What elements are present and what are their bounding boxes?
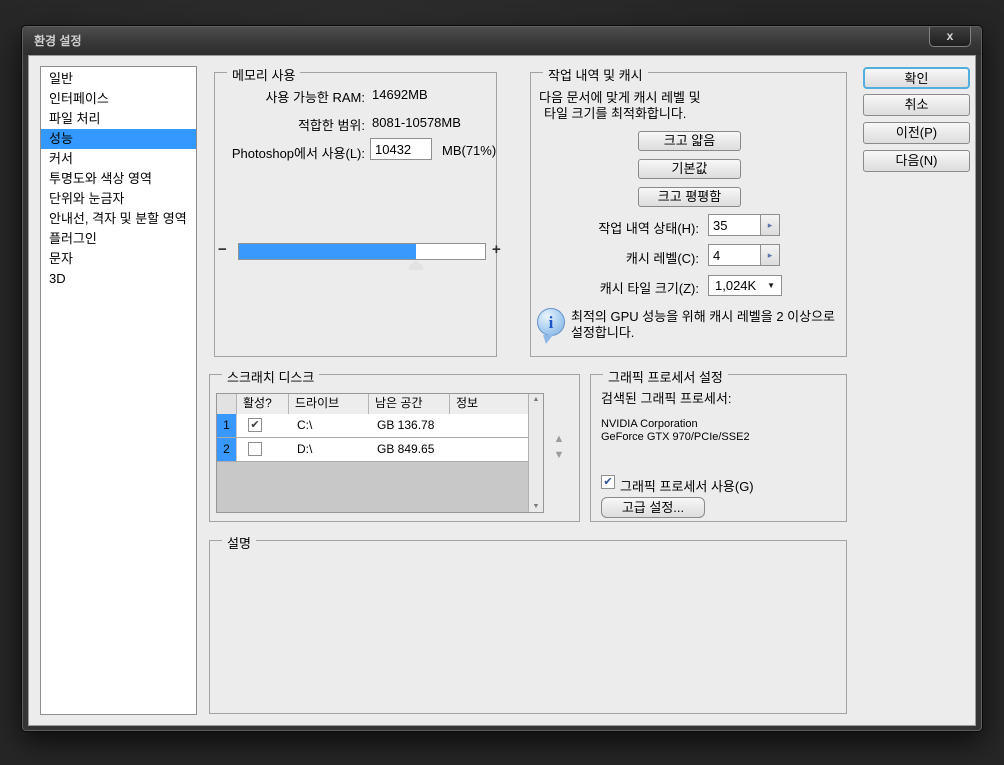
close-button[interactable]: x [929, 27, 971, 47]
memory-group-title: 메모리 사용 [227, 65, 300, 84]
cache-tile-label: 캐시 타일 크기(Z): [531, 278, 699, 297]
description-group-title: 설명 [222, 533, 256, 552]
minus-icon[interactable]: − [218, 241, 227, 258]
cache-tile-dropdown[interactable]: ▼ 1,024K [708, 275, 782, 296]
title-bar[interactable]: 환경 설정 x [23, 27, 981, 55]
history-group-title: 작업 내역 및 캐시 [543, 65, 648, 84]
check-icon: ✔ [603, 476, 612, 488]
memory-usage-suffix: MB(71%) [442, 143, 496, 158]
cache-levels-label: 캐시 레벨(C): [531, 248, 699, 267]
plus-icon[interactable]: + [492, 241, 501, 258]
row-number: 2 [217, 438, 237, 461]
sidebar-item[interactable]: 3D [41, 269, 196, 289]
free-space-value: GB 136.78 [377, 414, 434, 437]
description-group: 설명 [209, 540, 847, 714]
drive-active-checkbox[interactable] [248, 442, 262, 456]
graphics-processor-group: 그래픽 프로세서 설정 검색된 그래픽 프로세서: NVIDIA Corpora… [590, 374, 847, 522]
sidebar-item[interactable]: 성능 [41, 129, 196, 149]
cache-tile-value: 1,024K [715, 278, 756, 293]
scratch-disks-group: 스크래치 디스크 활성? 드라이브 남은 공간 정보 1 ✔ C:\ GB 13… [209, 374, 580, 522]
sidebar-item[interactable]: 플러그인 [41, 229, 196, 249]
sidebar-item[interactable]: 파일 처리 [41, 109, 196, 129]
close-icon: x [947, 29, 954, 43]
sidebar-item[interactable]: 안내선, 격자 및 분할 영역 [41, 209, 196, 229]
dialog-body: 일반 인터페이스 파일 처리 성능 커서 투명도와 색상 영역 단위와 눈금자 … [28, 55, 976, 726]
info-icon: i [537, 308, 565, 336]
ideal-range-value: 8081-10578MB [372, 115, 461, 130]
preset-default-button[interactable]: 기본값 [638, 159, 741, 179]
detected-gpu-label: 검색된 그래픽 프로세서: [601, 388, 731, 407]
preset-big-flat-button[interactable]: 크고 평평함 [638, 187, 741, 207]
sidebar-item[interactable]: 투명도와 색상 영역 [41, 169, 196, 189]
advanced-settings-button[interactable]: 고급 설정... [601, 497, 705, 518]
memory-usage-input[interactable] [370, 138, 432, 160]
sidebar-item[interactable]: 일반 [41, 69, 196, 89]
scroll-down-icon[interactable]: ▼ [529, 503, 543, 510]
gpu-vendor: NVIDIA Corporation [601, 418, 698, 430]
table-row[interactable]: 1 ✔ C:\ GB 136.78 [217, 414, 529, 438]
move-down-icon[interactable]: ▼ [551, 449, 567, 461]
cache-levels-spinner[interactable]: ▸ [761, 244, 780, 266]
preferences-dialog: 환경 설정 x 일반 인터페이스 파일 처리 성능 커서 투명도와 색상 영역 … [22, 26, 982, 731]
column-header-active: 활성? [237, 394, 289, 414]
available-ram-value: 14692MB [372, 87, 428, 102]
ok-button[interactable]: 확인 [863, 67, 970, 89]
chevron-down-icon: ▼ [767, 276, 775, 295]
sidebar-item[interactable]: 단위와 눈금자 [41, 189, 196, 209]
use-gpu-label: 그래픽 프로세서 사용(G) [620, 476, 754, 495]
history-cache-group: 작업 내역 및 캐시 다음 문서에 맞게 캐시 레벨 및 타일 크기를 최적화합… [530, 72, 847, 357]
dialog-title: 환경 설정 [34, 34, 82, 48]
memory-usage-group: 메모리 사용 사용 가능한 RAM: 14692MB 적합한 범위: 8081-… [214, 72, 497, 357]
drive-name: D:\ [297, 438, 312, 461]
sidebar-item[interactable]: 커서 [41, 149, 196, 169]
column-header-drive: 드라이브 [289, 394, 369, 414]
row-number: 1 [217, 414, 237, 437]
memory-slider[interactable] [238, 243, 486, 260]
drive-active-checkbox[interactable]: ✔ [248, 418, 262, 432]
sidebar-item[interactable]: 인터페이스 [41, 89, 196, 109]
memory-slider-fill [239, 244, 416, 259]
scratch-group-title: 스크래치 디스크 [222, 367, 319, 386]
memory-usage-label: Photoshop에서 사용(L): [215, 143, 365, 162]
column-header-free-space: 남은 공간 [369, 394, 450, 414]
sidebar-item[interactable]: 문자 [41, 249, 196, 269]
spin-arrow-icon: ▸ [768, 220, 773, 230]
scroll-up-icon[interactable]: ▲ [529, 396, 543, 403]
gpu-model: GeForce GTX 970/PCIe/SSE2 [601, 431, 750, 443]
table-row[interactable]: 2 D:\ GB 849.65 [217, 438, 529, 462]
available-ram-label: 사용 가능한 RAM: [215, 87, 365, 106]
graphics-group-title: 그래픽 프로세서 설정 [603, 367, 728, 386]
history-states-spinner[interactable]: ▸ [761, 214, 780, 236]
move-up-icon[interactable]: ▲ [551, 433, 567, 445]
next-button[interactable]: 다음(N) [863, 150, 970, 172]
memory-slider-thumb[interactable] [409, 261, 423, 270]
cache-description-line2: 타일 크기를 최적화합니다. [544, 103, 686, 122]
table-scrollbar[interactable]: ▲ ▼ [528, 394, 543, 512]
check-icon: ✔ [250, 419, 259, 431]
table-header: 활성? 드라이브 남은 공간 정보 [217, 394, 529, 414]
spin-arrow-icon: ▸ [768, 250, 773, 260]
column-header-info: 정보 [450, 394, 529, 414]
history-states-label: 작업 내역 상태(H): [531, 218, 699, 237]
free-space-value: GB 849.65 [377, 438, 434, 461]
use-gpu-checkbox[interactable]: ✔ [601, 475, 615, 489]
cancel-button[interactable]: 취소 [863, 94, 970, 116]
cache-levels-input[interactable] [708, 244, 761, 266]
gpu-tip-line2: 설정합니다. [571, 322, 634, 341]
drive-name: C:\ [297, 414, 312, 437]
previous-button[interactable]: 이전(P) [863, 122, 970, 144]
history-states-input[interactable] [708, 214, 761, 236]
column-header-blank [217, 394, 237, 414]
preset-tall-thin-button[interactable]: 크고 얇음 [638, 131, 741, 151]
scratch-disk-table: 활성? 드라이브 남은 공간 정보 1 ✔ C:\ GB 136.78 2 D:… [216, 393, 544, 513]
category-list: 일반 인터페이스 파일 처리 성능 커서 투명도와 색상 영역 단위와 눈금자 … [40, 66, 197, 715]
ideal-range-label: 적합한 범위: [215, 115, 365, 134]
info-icon-tail [543, 335, 553, 344]
